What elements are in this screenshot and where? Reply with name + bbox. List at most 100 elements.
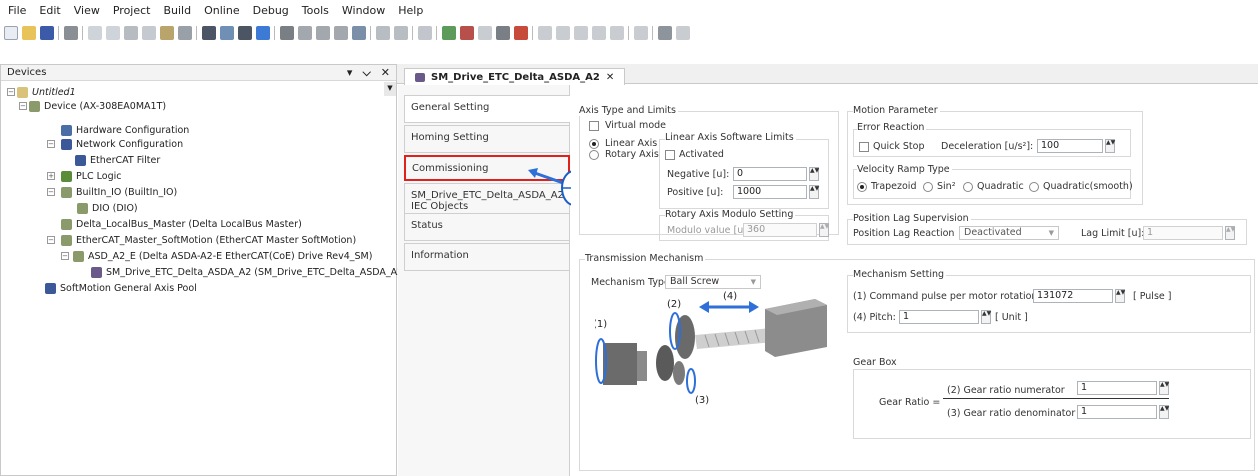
gear-denominator-input[interactable]: 1 — [1077, 405, 1157, 419]
virtual-mode-checkbox[interactable] — [589, 121, 599, 131]
delete-icon[interactable] — [178, 26, 192, 40]
lag-reaction-select[interactable]: Deactivated ▼ — [959, 226, 1059, 240]
positive-input[interactable]: 1000 — [733, 185, 807, 199]
tree-item-ethercat-filter[interactable]: EtherCAT Filter — [75, 153, 160, 167]
menu-tools[interactable]: Tools — [302, 4, 329, 17]
menu-online[interactable]: Online — [204, 4, 239, 17]
view-icon[interactable] — [376, 26, 390, 40]
redo-icon[interactable] — [106, 26, 120, 40]
tree-item-dio[interactable]: DIO (DIO) — [77, 201, 138, 215]
positive-spinner[interactable]: ▲▼ — [809, 185, 819, 199]
find-icon[interactable] — [202, 26, 216, 40]
step-out-icon[interactable] — [574, 26, 588, 40]
activated-checkbox[interactable] — [665, 150, 675, 160]
expand-icon[interactable]: + — [47, 172, 55, 180]
reset-icon[interactable] — [514, 26, 528, 40]
tab-homing-setting[interactable]: Homing Setting — [404, 125, 570, 153]
rebuild-icon[interactable] — [298, 26, 312, 40]
tab-status[interactable]: Status — [404, 213, 570, 241]
collapse-icon[interactable]: − — [19, 102, 27, 110]
lag-limit-input[interactable]: 1 — [1143, 226, 1223, 240]
menu-build[interactable]: Build — [163, 4, 191, 17]
replace-icon[interactable] — [220, 26, 234, 40]
menu-view[interactable]: View — [74, 4, 100, 17]
tree-item-ethercat-master[interactable]: EtherCAT_Master_SoftMotion (EtherCAT Mas… — [61, 233, 356, 247]
window-icon[interactable] — [418, 26, 432, 40]
new-file-icon[interactable] — [4, 26, 18, 40]
step-over-icon[interactable] — [538, 26, 552, 40]
modulo-spinner[interactable]: ▲▼ — [819, 223, 829, 237]
gear-numerator-spinner[interactable]: ▲▼ — [1159, 381, 1169, 395]
close-icon[interactable]: ✕ — [381, 66, 390, 80]
editor-tab-sm-drive[interactable]: SM_Drive_ETC_Delta_ASDA_A2 ✕ — [404, 68, 626, 85]
menu-debug[interactable]: Debug — [253, 4, 289, 17]
command-pulse-spinner[interactable]: ▲▼ — [1115, 289, 1125, 303]
gear-numerator-input[interactable]: 1 — [1077, 381, 1157, 395]
print-icon[interactable] — [64, 26, 78, 40]
linear-axis-radio[interactable] — [589, 139, 599, 149]
tree-item-network-config[interactable]: Network Configuration — [61, 137, 183, 151]
ramp-quadratic-radio[interactable] — [963, 182, 973, 192]
breakpoint-icon[interactable] — [592, 26, 606, 40]
gear-denominator-spinner[interactable]: ▲▼ — [1159, 405, 1169, 419]
online-logout-icon[interactable] — [460, 26, 474, 40]
build-icon[interactable] — [280, 26, 294, 40]
collapse-icon[interactable]: − — [7, 88, 15, 96]
write-values-icon[interactable] — [610, 26, 624, 40]
close-tab-icon[interactable]: ✕ — [606, 72, 614, 83]
tree-item-localbus-master[interactable]: Delta_LocalBus_Master (Delta LocalBus Ma… — [61, 217, 302, 231]
copy-icon[interactable] — [142, 26, 156, 40]
ramp-trapezoid-radio[interactable] — [857, 182, 867, 192]
tab-information[interactable]: Information — [404, 243, 570, 271]
tree-item-asd-a2-e[interactable]: ASD_A2_E (Delta ASDA-A2-E EtherCAT(CoE) … — [73, 249, 372, 263]
clean-icon[interactable] — [334, 26, 348, 40]
negative-input[interactable]: 0 — [733, 167, 807, 181]
tree-item-plc-logic[interactable]: PLC Logic — [61, 169, 122, 183]
stop-icon[interactable] — [496, 26, 510, 40]
mechanism-type-select[interactable]: Ball Screw ▼ — [665, 275, 761, 289]
modulo-input[interactable]: 360 — [743, 223, 817, 237]
paste-icon[interactable] — [160, 26, 174, 40]
save-icon[interactable] — [40, 26, 54, 40]
collapse-icon[interactable]: − — [47, 236, 55, 244]
ramp-sin2-radio[interactable] — [923, 182, 933, 192]
menu-edit[interactable]: Edit — [39, 4, 60, 17]
command-pulse-input[interactable]: 131072 — [1033, 289, 1113, 303]
rotary-axis-radio[interactable] — [589, 150, 599, 160]
undo-icon[interactable] — [88, 26, 102, 40]
tree-item-builtin-io[interactable]: BuiltIn_IO (BuiltIn_IO) — [61, 185, 177, 199]
quick-stop-checkbox[interactable] — [859, 142, 869, 152]
tree-item-project[interactable]: Untitled1 — [17, 85, 76, 99]
tree-item-sm-drive[interactable]: SM_Drive_ETC_Delta_ASDA_A2 (SM_Drive_ETC… — [91, 265, 407, 279]
pane-menu-icon[interactable]: ▾ — [347, 66, 353, 80]
settings-icon[interactable] — [676, 26, 690, 40]
menu-help[interactable]: Help — [398, 4, 423, 17]
tree-item-hardware-config[interactable]: Hardware Configuration — [61, 123, 189, 137]
menu-project[interactable]: Project — [113, 4, 151, 17]
open-folder-icon[interactable] — [22, 26, 36, 40]
generate-icon[interactable] — [316, 26, 330, 40]
force-icon[interactable] — [634, 26, 648, 40]
monitor-icon[interactable] — [658, 26, 672, 40]
step-into-icon[interactable] — [556, 26, 570, 40]
device-icon[interactable] — [352, 26, 366, 40]
collapse-icon[interactable]: − — [47, 188, 55, 196]
collapse-icon[interactable]: − — [61, 252, 69, 260]
collapse-icon[interactable]: − — [47, 140, 55, 148]
tab-general-setting[interactable]: General Setting — [404, 95, 570, 123]
deceleration-input[interactable]: 100 — [1037, 139, 1103, 153]
pin-icon[interactable]: ⌵ — [362, 66, 370, 80]
negative-spinner[interactable]: ▲▼ — [809, 167, 819, 181]
deceleration-spinner[interactable]: ▲▼ — [1105, 139, 1115, 153]
pitch-spinner[interactable]: ▲▼ — [981, 310, 991, 324]
pitch-input[interactable]: 1 — [899, 310, 979, 324]
menu-window[interactable]: Window — [342, 4, 385, 17]
lag-limit-spinner[interactable]: ▲▼ — [1225, 226, 1235, 240]
tree-item-device[interactable]: Device (AX-308EA0MA1T) — [29, 99, 166, 113]
bookmark-icon[interactable] — [256, 26, 270, 40]
tree-scroll-button[interactable]: ▼ — [384, 82, 396, 96]
find-next-icon[interactable] — [238, 26, 252, 40]
cut-icon[interactable] — [124, 26, 138, 40]
login-icon[interactable] — [394, 26, 408, 40]
ramp-quadratic-smooth-radio[interactable] — [1029, 182, 1039, 192]
